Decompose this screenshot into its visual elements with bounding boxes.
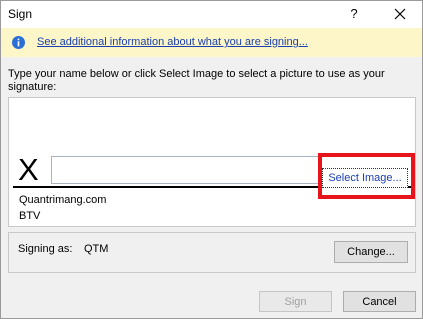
highlight-annotation [318, 153, 415, 199]
info-bar: See additional information about what yo… [1, 28, 422, 57]
cancel-button[interactable]: Cancel [343, 291, 416, 312]
signing-as-label: Signing as: [18, 243, 73, 255]
help-button[interactable]: ? [341, 3, 367, 25]
signature-prompt: Type your name below or click Select Ima… [8, 68, 385, 93]
dialog-title: Sign [8, 7, 33, 21]
close-icon [394, 8, 406, 20]
signing-as-panel: Signing as: QTM Change... [8, 232, 416, 273]
change-button[interactable]: Change... [334, 241, 408, 263]
sign-dialog: Sign ? See additional information about … [0, 0, 423, 319]
info-icon [12, 36, 25, 49]
additional-info-link[interactable]: See additional information about what yo… [37, 36, 308, 48]
close-button[interactable] [387, 3, 413, 25]
signing-as-value: QTM [84, 243, 109, 255]
title-bar: Sign ? [1, 1, 422, 28]
sign-button[interactable]: Sign [259, 291, 332, 312]
signer-title: BTV [19, 210, 41, 222]
signer-name: Quantrimang.com [19, 194, 107, 206]
signature-name-input[interactable] [51, 156, 319, 184]
signature-x-mark: X [18, 152, 39, 187]
